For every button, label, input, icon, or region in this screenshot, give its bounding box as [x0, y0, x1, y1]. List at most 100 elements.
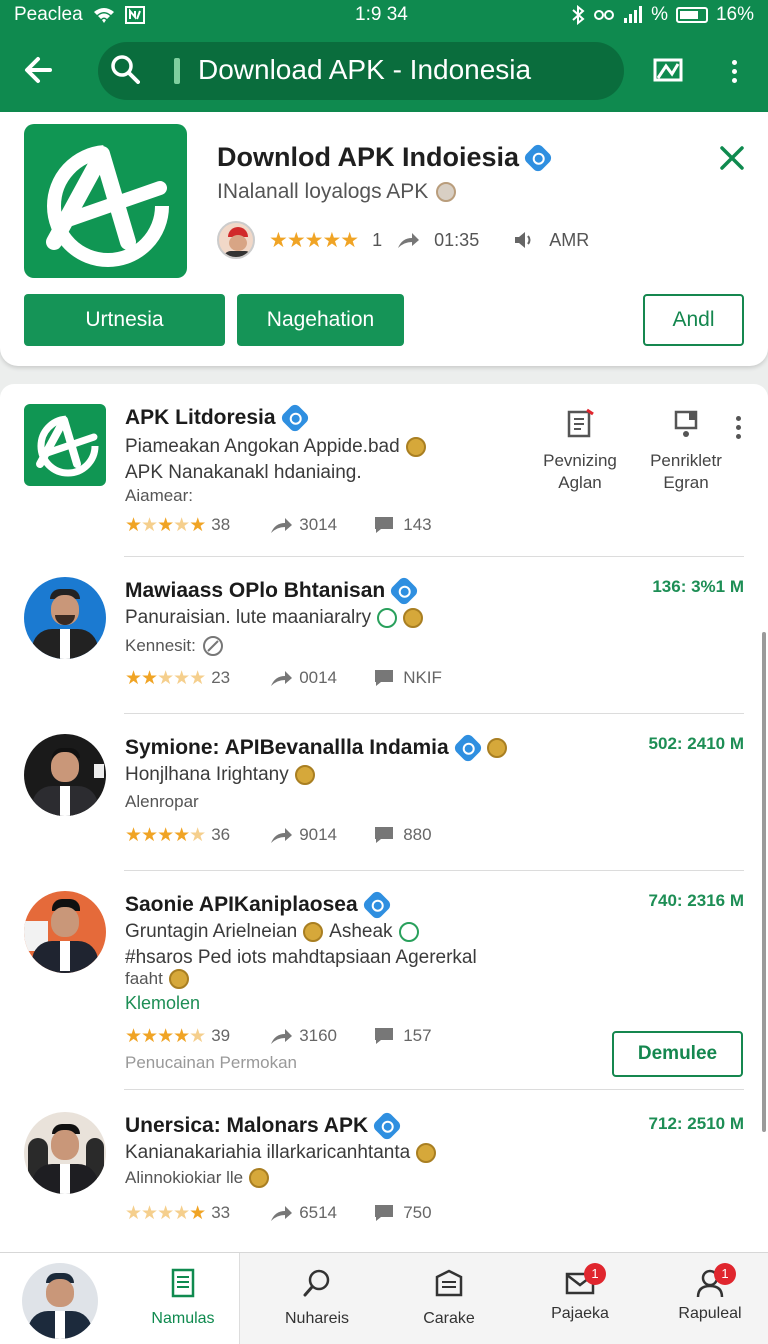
app-name-text: Symione: APIBevanallla Indamia: [125, 736, 449, 759]
app-name: Mawiaass OPlo Bhtanisan: [125, 575, 420, 607]
nav-carake[interactable]: Carake: [394, 1267, 504, 1328]
app-logo: [24, 124, 187, 278]
app-name: Unersica: Malonars APK: [125, 1110, 403, 1142]
outline-button[interactable]: Andl: [643, 294, 744, 346]
nav-pajaeka[interactable]: 1 Pajaeka: [525, 1263, 635, 1323]
profile-avatar[interactable]: [22, 1263, 98, 1339]
action-label-2: Egran: [663, 473, 709, 492]
app-name-text: Unersica: Malonars APK: [125, 1114, 369, 1137]
action-pevnizing[interactable]: Pevnizing Aglan: [532, 408, 628, 494]
cast-icon[interactable]: [650, 52, 686, 88]
primary-button-1[interactable]: Urtnesia: [24, 294, 225, 346]
clock: 1:9 34: [355, 4, 408, 25]
featured-app-card: Downlod APK Indoiesia INalanall loyalogs…: [0, 112, 768, 366]
app-desc-text: Honjlhana Irightany: [125, 764, 289, 785]
app-name: APK Litdoresia: [125, 402, 311, 434]
notification-badge: 1: [714, 1263, 736, 1285]
verified-badge-icon: [388, 575, 420, 607]
nav-nuhareis[interactable]: Nuhareis: [262, 1267, 372, 1328]
notification-badge: 1: [584, 1263, 606, 1285]
audio-icon: [515, 232, 531, 248]
back-arrow-icon[interactable]: [20, 50, 60, 90]
scrollbar[interactable]: [762, 632, 766, 1132]
nav-rapuleal[interactable]: 1 Rapuleal: [655, 1263, 765, 1323]
divider: [124, 556, 744, 557]
rating-stars: ★★★★★: [125, 514, 206, 536]
share-icon: [271, 1029, 293, 1044]
file-size: 712: 2510 M: [648, 1114, 744, 1133]
app-name: Symione: APIBevanallla Indamia: [125, 732, 507, 764]
inbox-icon: [435, 1269, 463, 1297]
app-category-text: Kennesit:: [125, 636, 196, 655]
item-more-icon[interactable]: [734, 416, 742, 443]
app-desc: Panuraisian. lute maaniaralry: [125, 607, 424, 629]
app-category: Aiamear:: [125, 486, 194, 505]
nav-label: Carake: [423, 1310, 475, 1327]
app-name: Saonie APIKaniplaosea: [125, 889, 393, 921]
avatar: [24, 577, 106, 659]
app-stats: ★★★★★ 36 9014 880: [125, 820, 432, 850]
action-penrikletr[interactable]: Penrikletr Egran: [638, 408, 734, 494]
overflow-menu-icon[interactable]: [730, 60, 738, 87]
action-label: Pevnizing: [543, 451, 617, 470]
coin-icon: [168, 969, 189, 989]
download-count: 3014: [299, 515, 338, 534]
app-bar: Download APK - Indonesia: [0, 30, 768, 112]
search-bar[interactable]: Download APK - Indonesia: [98, 42, 624, 100]
app-desc-extra: Asheak: [329, 921, 393, 942]
avatar: [24, 1112, 106, 1194]
featured-meta: ★★★★★ 1 01:35 AMR: [217, 220, 589, 260]
comment-count: NKIF: [403, 668, 442, 687]
nav-label: Pajaeka: [551, 1305, 609, 1322]
verified-badge-icon: [522, 141, 554, 174]
comment-count: 157: [403, 1026, 432, 1045]
verified-badge-icon: [278, 402, 311, 434]
share-icon: [271, 671, 293, 686]
featured-title-text: Downlod APK Indoiesia: [217, 142, 520, 172]
featured-stat-time: 01:35: [434, 229, 480, 250]
search-icon: [111, 55, 140, 84]
app-stats: ★★★★★ 39 3160 157: [125, 1021, 432, 1051]
app-category: Klemolen: [125, 993, 201, 1013]
comment-icon: [375, 517, 394, 533]
action-label-2: Aglan: [558, 473, 602, 492]
app-desc-text: Piameakan Angokan Appide.bad: [125, 436, 400, 457]
avatar: [24, 891, 106, 973]
file-size: 502: 2410 M: [648, 734, 744, 753]
close-icon[interactable]: [716, 142, 748, 174]
document-icon: [171, 1268, 195, 1298]
rating-count: 38: [211, 515, 231, 534]
app-category: Alenropar: [125, 792, 199, 811]
app-list: APK Litdoresia Piameakan Angokan Appide.…: [0, 384, 768, 1264]
verified-badge-icon: [452, 732, 484, 764]
app-category: Kennesit:: [125, 635, 224, 657]
app-category-text: Alinnokiokiar lle: [125, 1168, 244, 1187]
comment-icon: [375, 1028, 394, 1044]
rating-stars: ★★★★★: [125, 824, 206, 846]
download-button[interactable]: Demulee: [612, 1031, 743, 1077]
bluetooth-icon: [572, 5, 585, 25]
rating-stars: ★★★★★: [125, 1202, 206, 1224]
comment-count: 750: [403, 1203, 432, 1222]
app-desc-text: Kanianakariahia illarkaricanhtanta: [125, 1142, 411, 1163]
comment-icon: [375, 827, 394, 843]
primary-button-2[interactable]: Nagehation: [237, 294, 404, 346]
featured-subtitle-text: INalanall loyalogs APK: [217, 180, 429, 203]
share-icon: [398, 233, 420, 248]
data-icon: [594, 10, 615, 20]
comment-icon: [375, 1205, 394, 1221]
avatar: [24, 734, 106, 816]
wifi-icon: [93, 8, 114, 23]
download-count: 3160: [299, 1026, 338, 1045]
nav-namulas[interactable]: Namulas: [128, 1267, 238, 1328]
nav-label: Rapuleal: [678, 1305, 742, 1322]
action-label: Penrikletr: [650, 451, 722, 470]
signal-icon: [624, 6, 643, 23]
bottom-nav: Namulas Nuhareis Carake 1 Pajaeka 1 Rapu…: [0, 1252, 768, 1344]
edit-icon: [202, 636, 223, 656]
coin-icon: [294, 765, 315, 785]
percent-icon: %: [651, 4, 668, 25]
coin-icon: [405, 437, 426, 457]
search-query[interactable]: Download APK - Indonesia: [198, 54, 531, 86]
app-name-text: APK Litdoresia: [125, 406, 276, 429]
